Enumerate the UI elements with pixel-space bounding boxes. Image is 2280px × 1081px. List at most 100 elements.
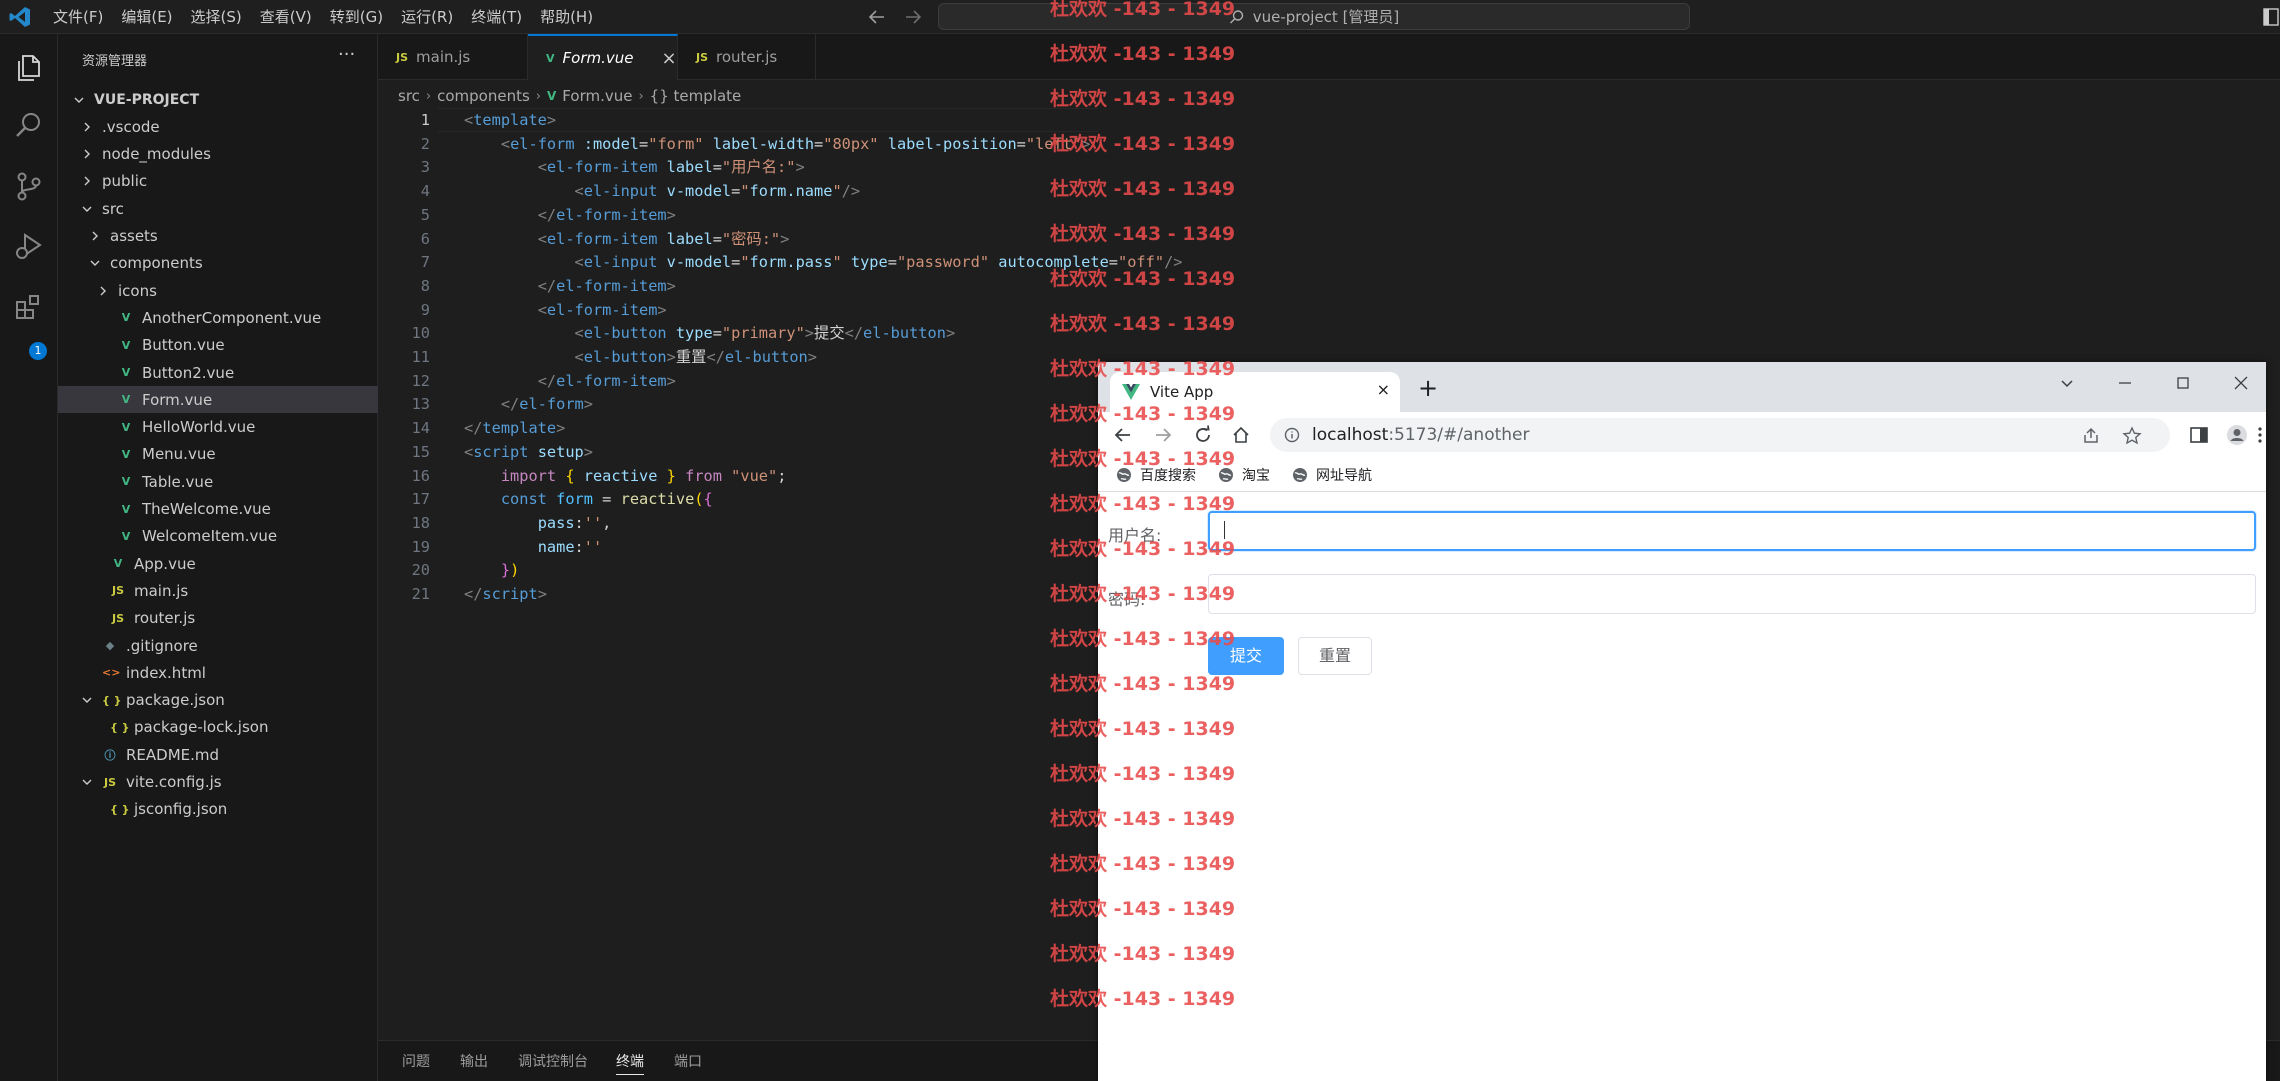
code-token: label-width <box>712 134 815 153</box>
panel-tab[interactable]: 问题 <box>402 1051 430 1071</box>
close-window-icon[interactable] <box>2230 372 2252 394</box>
tree-item[interactable]: V Button.vue <box>58 332 378 359</box>
source-control-icon[interactable] <box>13 170 45 202</box>
tree-item[interactable]: components <box>58 250 378 277</box>
line-number: 11 <box>411 348 430 366</box>
breadcrumb-item[interactable]: Form.vue <box>562 87 632 105</box>
side-panel-icon[interactable] <box>2188 424 2210 446</box>
tree-item[interactable]: .vscode <box>58 113 378 140</box>
menu-item[interactable]: 转到(G) <box>321 0 392 34</box>
panel-tab[interactable]: 端口 <box>674 1051 702 1071</box>
tree-item[interactable]: { } package.json <box>58 687 378 714</box>
tree-item[interactable]: V AnotherComponent.vue <box>58 304 378 331</box>
home-icon[interactable] <box>1230 424 1252 446</box>
code-editor[interactable]: 1 <template> 2 <el-form :model="form" labe… <box>378 108 1182 1028</box>
run-and-debug-icon[interactable] <box>13 230 45 262</box>
editor-tab[interactable]: V Form.vue × <box>528 34 678 80</box>
menu-item[interactable]: 运行(R) <box>392 0 462 34</box>
reset-button[interactable]: 重置 <box>1298 637 1372 675</box>
tree-item[interactable]: ⓘ README.md <box>58 741 378 768</box>
breadcrumb-item[interactable]: src <box>398 87 420 105</box>
bookmark-item[interactable]: 网址导航 <box>1292 465 1372 485</box>
tree-item[interactable]: { } jsconfig.json <box>58 796 378 823</box>
tree-item[interactable]: V Table.vue <box>58 468 378 495</box>
share-icon[interactable] <box>2082 427 2100 445</box>
back-icon[interactable] <box>1112 424 1134 446</box>
more-actions-icon[interactable]: ··· <box>338 44 355 65</box>
layout-toggle-icon[interactable] <box>2262 7 2280 27</box>
search-icon[interactable] <box>13 110 45 142</box>
forward-arrow-icon[interactable] <box>902 6 924 28</box>
new-tab-button[interactable]: + <box>1418 374 1438 402</box>
tree-item[interactable]: src <box>58 195 378 222</box>
watermark-text: 杜欢欢 -143 - 1349 <box>1050 943 1236 965</box>
watermark-text: 杜欢欢 -143 - 1349 <box>1050 0 1236 20</box>
vscode-logo-icon <box>9 7 30 27</box>
tree-item[interactable]: JS main.js <box>58 577 378 604</box>
menu-item[interactable]: 文件(F) <box>44 0 112 34</box>
tree-item[interactable]: V App.vue <box>58 550 378 577</box>
json-file-icon: { } <box>110 802 130 816</box>
menu-item[interactable]: 帮助(H) <box>531 0 602 34</box>
menu-item[interactable]: 终端(T) <box>462 0 531 34</box>
username-input[interactable] <box>1208 511 2256 551</box>
editor-tab[interactable]: JS main.js <box>378 34 528 80</box>
tree-item[interactable]: ◆ .gitignore <box>58 632 378 659</box>
tree-item[interactable]: V TheWelcome.vue <box>58 496 378 523</box>
watermark-text: 杜欢欢 -143 - 1349 <box>1050 493 1236 515</box>
close-tab-icon[interactable]: × <box>661 48 676 69</box>
tree-item[interactable]: JS vite.config.js <box>58 769 378 796</box>
back-arrow-icon[interactable] <box>866 6 888 28</box>
tab-search-chevron-icon[interactable] <box>2056 372 2078 394</box>
tree-item[interactable]: V Button2.vue <box>58 359 378 386</box>
tree-item[interactable]: V WelcomeItem.vue <box>58 523 378 550</box>
code-text: <el-form-item> <box>464 298 667 322</box>
profile-avatar-icon[interactable] <box>2226 424 2248 446</box>
close-tab-icon[interactable]: × <box>1377 380 1390 399</box>
tree-item[interactable]: VUE-PROJECT <box>58 86 378 113</box>
menu-item[interactable]: 选择(S) <box>182 0 251 34</box>
browser-menu-icon[interactable] <box>2254 424 2266 446</box>
extensions-icon[interactable] <box>13 290 45 322</box>
editor-tab[interactable]: JS router.js <box>678 34 816 80</box>
code-token: pass <box>537 513 575 532</box>
tree-item[interactable]: V Form.vue <box>58 386 378 414</box>
minimize-icon[interactable] <box>2114 372 2136 394</box>
vue-favicon-icon <box>1122 384 1140 400</box>
code-token: > <box>666 205 676 224</box>
code-token: el-button <box>863 324 946 343</box>
menu-item[interactable]: 查看(V) <box>251 0 321 34</box>
panel-tab[interactable]: 输出 <box>460 1051 488 1071</box>
tree-item[interactable]: { } package-lock.json <box>58 714 378 741</box>
code-token: "vue" <box>731 466 778 485</box>
reload-icon[interactable] <box>1192 424 1214 446</box>
bookmark-star-icon[interactable] <box>2122 426 2142 446</box>
git-file-icon: ◆ <box>105 639 115 652</box>
site-info-icon[interactable] <box>1284 427 1300 443</box>
code-token: el-button <box>583 324 667 343</box>
tree-item[interactable]: node_modules <box>58 141 378 168</box>
tree-item[interactable]: assets <box>58 223 378 250</box>
panel-tab[interactable]: 调试控制台 <box>518 1051 588 1071</box>
tree-item[interactable]: JS router.js <box>58 605 378 632</box>
tree-item[interactable]: <> index.html <box>58 659 378 686</box>
forward-icon[interactable] <box>1152 424 1174 446</box>
breadcrumb-item[interactable]: components <box>437 87 530 105</box>
code-token: : <box>574 537 584 556</box>
panel-tab[interactable]: 终端 <box>616 1051 644 1075</box>
address-bar[interactable]: localhost:5173/#/another <box>1270 418 2170 452</box>
tree-item-label: Table.vue <box>142 472 214 491</box>
tree-item[interactable]: V Menu.vue <box>58 441 378 468</box>
line-number: 10 <box>411 324 430 343</box>
tree-item[interactable]: V HelloWorld.vue <box>58 414 378 441</box>
tree-item[interactable]: public <box>58 168 378 195</box>
tree-item[interactable]: icons <box>58 277 378 304</box>
watermark-text: 杜欢欢 -143 - 1349 <box>1050 898 1236 920</box>
maximize-icon[interactable] <box>2172 372 2194 394</box>
menu-item[interactable]: 编辑(E) <box>112 0 181 34</box>
explorer-files-icon[interactable] <box>13 52 45 84</box>
breadcrumb-item[interactable]: {} template <box>650 87 742 105</box>
password-input[interactable] <box>1208 574 2256 614</box>
